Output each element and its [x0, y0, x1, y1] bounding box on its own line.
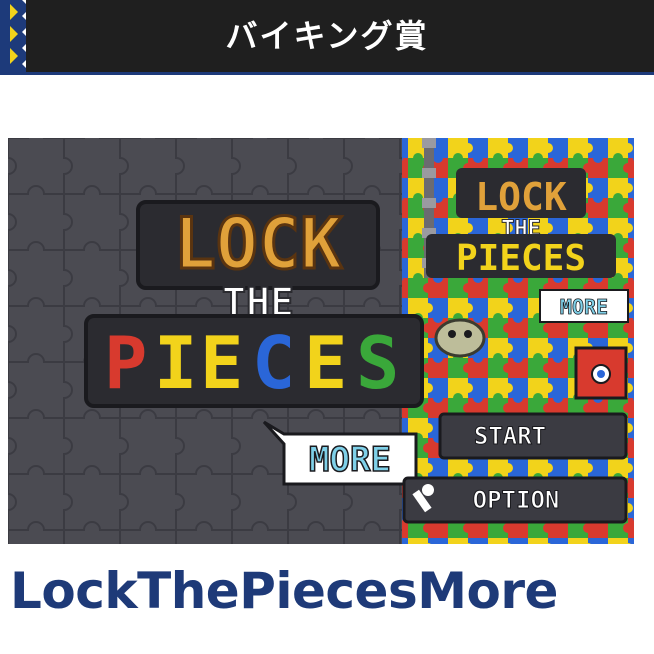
svg-text:PIECES: PIECES	[456, 238, 586, 279]
svg-text:MORE: MORE	[560, 295, 608, 319]
svg-text:I: I	[154, 321, 197, 405]
svg-text:START: START	[474, 422, 546, 450]
creature-icon	[434, 318, 486, 358]
game-screenshot[interactable]: LOCK THE P I E C E S MORE LOCK THE PIECE…	[8, 138, 634, 544]
svg-text:S: S	[356, 321, 399, 405]
svg-text:C: C	[252, 321, 295, 405]
start-button: START	[438, 412, 628, 460]
award-title: バイキング賞	[225, 17, 429, 55]
svg-text:E: E	[304, 321, 347, 405]
svg-text:LOCK: LOCK	[475, 175, 567, 219]
red-piece-icon	[574, 346, 628, 400]
svg-text:LOCK: LOCK	[174, 203, 343, 285]
option-button: OPTION	[402, 476, 628, 524]
svg-text:MORE: MORE	[309, 440, 391, 480]
svg-text:P: P	[104, 321, 147, 405]
svg-text:OPTION: OPTION	[473, 486, 560, 514]
svg-text:E: E	[200, 321, 243, 405]
app-title[interactable]: LockThePiecesMore	[10, 562, 650, 620]
award-banner: バイキング賞	[0, 0, 654, 78]
